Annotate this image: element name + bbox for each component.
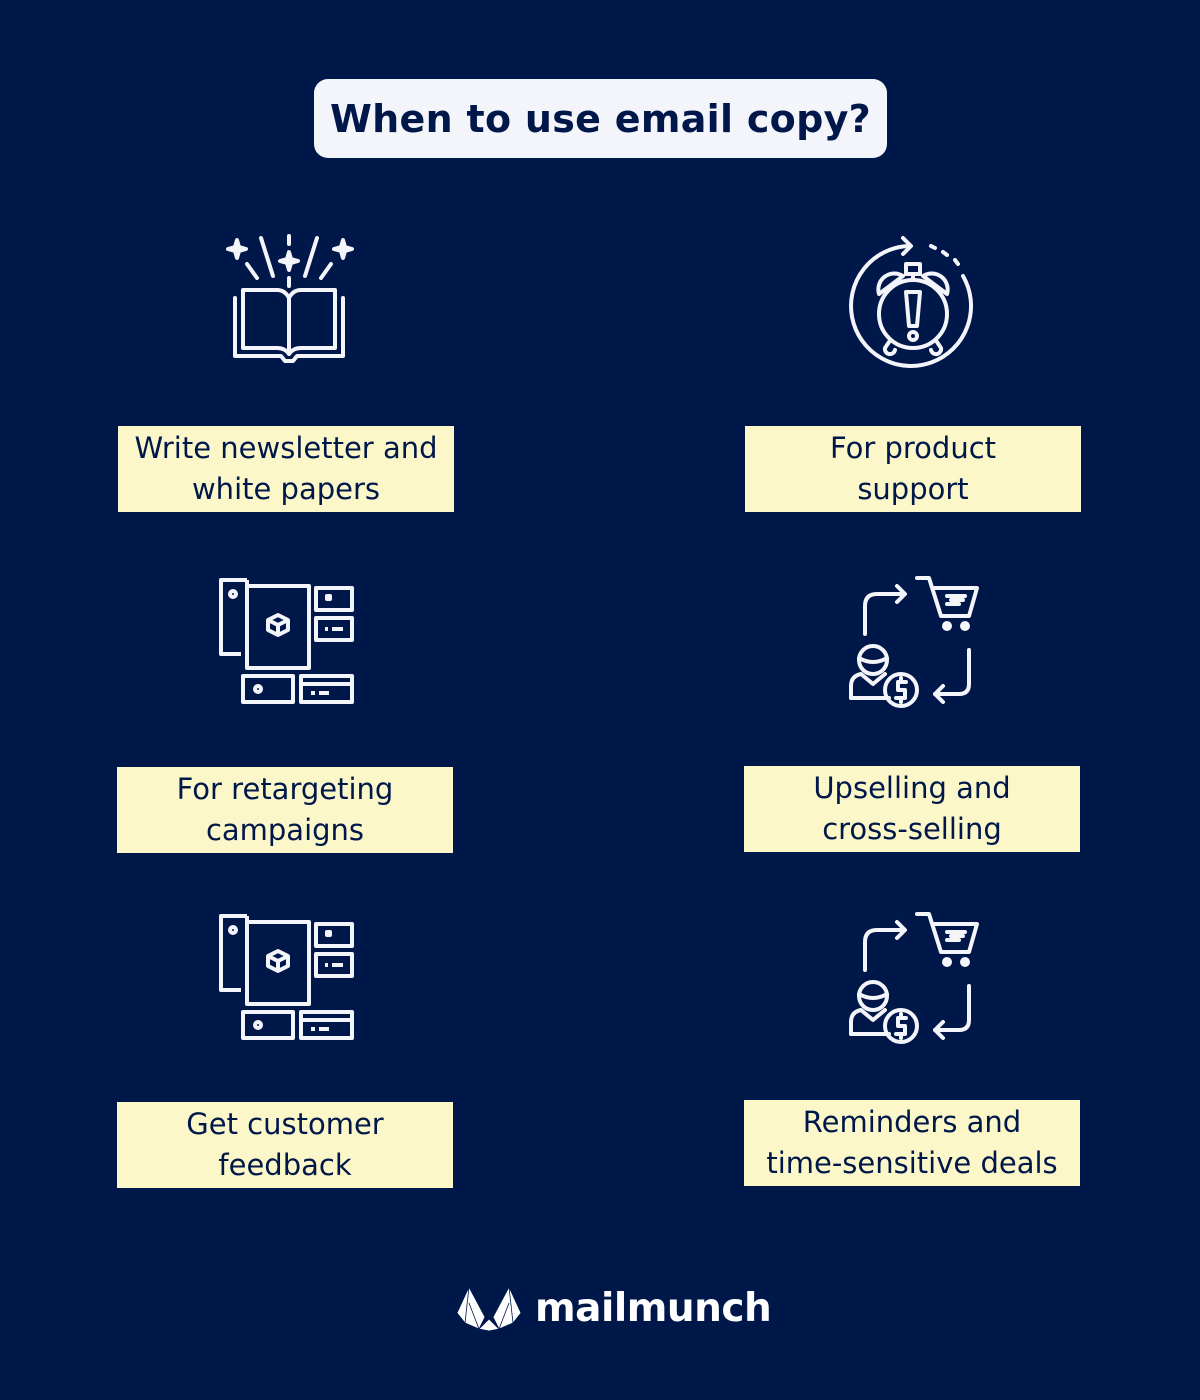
label-feedback: Get customer feedback <box>117 1102 453 1188</box>
mailmunch-logo-icon <box>456 1286 522 1332</box>
customer-cart-cycle-icon <box>843 906 983 1046</box>
product-layout-icon <box>215 906 355 1046</box>
label-retargeting: For retargeting campaigns <box>117 767 453 853</box>
label-product-support: For product support <box>745 426 1081 512</box>
label-newsletter: Write newsletter and white papers <box>118 426 454 512</box>
customer-cart-cycle-icon <box>843 570 983 710</box>
label-reminders: Reminders and time-sensitive deals <box>744 1100 1080 1186</box>
brand-name: mailmunch <box>535 1285 772 1331</box>
brand-logo: mailmunch <box>455 1283 772 1333</box>
open-book-sparkles-icon <box>219 228 359 368</box>
product-layout-icon <box>215 570 355 710</box>
page-title: When to use email copy? <box>329 96 872 141</box>
label-upselling: Upselling and cross-selling <box>744 766 1080 852</box>
alarm-clock-icon <box>843 230 983 370</box>
title-banner: When to use email copy? <box>314 79 887 158</box>
